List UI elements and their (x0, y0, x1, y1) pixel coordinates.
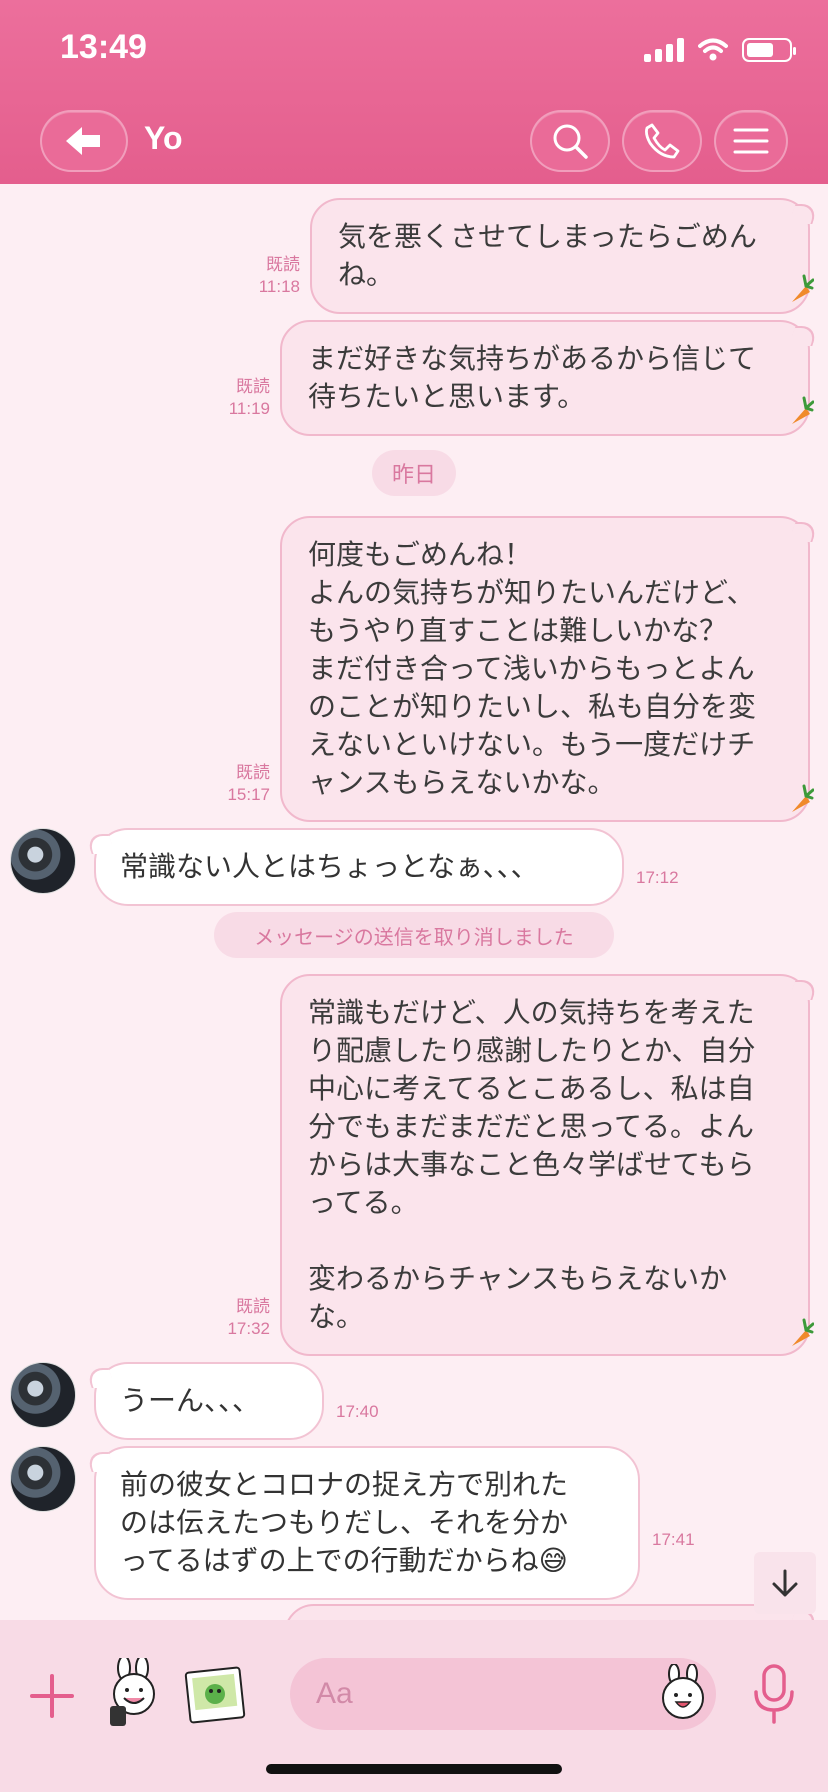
carrot-icon (792, 784, 814, 812)
message-time: 17:41 (652, 1530, 695, 1549)
avatar[interactable] (10, 1362, 76, 1428)
message-time: 15:17 (227, 785, 270, 804)
carrot-icon (792, 274, 814, 302)
received-message[interactable]: 常識ない人とはちょっとなぁ、、、 (94, 828, 624, 906)
carrot-icon (792, 396, 814, 424)
plus-icon[interactable] (28, 1672, 76, 1720)
emoji-icon[interactable] (654, 1664, 712, 1722)
home-indicator (266, 1764, 562, 1774)
unsent-notice: メッセージの送信を取り消しました (214, 912, 614, 958)
read-label: 既読 (236, 763, 270, 782)
sent-message-partial[interactable] (284, 1604, 810, 1620)
scroll-to-bottom-button[interactable] (754, 1552, 816, 1614)
sent-message[interactable]: 常識もだけど、人の気持ちを考えた り配慮したり感謝したりとか、自分 中心に考えて… (280, 974, 810, 1356)
message-meta: 既読 17:32 (220, 1296, 270, 1340)
avatar[interactable] (10, 1446, 76, 1512)
status-icons (644, 34, 796, 66)
message-list[interactable]: 既読 11:18 気を悪くさせてしまったらごめん ね。 既読 11:19 まだ好… (0, 184, 828, 1620)
carrot-icon (792, 1318, 814, 1346)
read-label: 既読 (236, 1297, 270, 1316)
message-time: 11:18 (258, 277, 300, 296)
message-meta: 既読 15:17 (220, 762, 270, 806)
received-message[interactable]: 前の彼女とコロナの捉え方で別れた のは伝えたつもりだし、それを分か ってるはずの… (94, 1446, 640, 1600)
sticker-icon[interactable] (100, 1658, 170, 1728)
message-time: 11:19 (228, 399, 270, 418)
phone-icon (645, 123, 680, 159)
signal-icon (644, 38, 684, 62)
read-label: 既読 (236, 377, 270, 396)
avatar[interactable] (10, 828, 76, 894)
microphone-icon[interactable] (752, 1664, 796, 1724)
wifi-icon (698, 38, 728, 61)
status-time: 13:49 (60, 28, 147, 66)
message-input[interactable] (290, 1658, 716, 1730)
message-meta: 既読 11:19 (220, 376, 270, 420)
arrow-down-icon (772, 1569, 798, 1597)
back-arrow-icon (66, 127, 100, 155)
sent-message[interactable]: まだ好きな気持ちがあるから信じて 待ちたいと思います。 (280, 320, 810, 436)
message-time: 17:12 (636, 868, 679, 887)
read-label: 既読 (266, 255, 300, 274)
search-icon (553, 124, 588, 159)
battery-icon (742, 38, 796, 62)
photo-icon[interactable] (184, 1664, 246, 1726)
chat-title: Yo (144, 120, 183, 156)
sent-message[interactable]: 何度もごめんね！ よんの気持ちが知りたいんだけど、 もうやり直すことは難しいかな… (280, 516, 810, 822)
received-message[interactable]: うーん、、、 (94, 1362, 324, 1440)
menu-button[interactable] (714, 110, 788, 172)
menu-icon (733, 128, 769, 154)
call-button[interactable] (622, 110, 702, 172)
message-time: 17:40 (336, 1402, 379, 1421)
date-separator: 昨日 (372, 450, 456, 496)
message-time: 17:32 (227, 1319, 270, 1338)
message-meta: 既読 11:18 (250, 254, 300, 298)
sent-message[interactable]: 気を悪くさせてしまったらごめん ね。 (310, 198, 810, 314)
search-button[interactable] (530, 110, 610, 172)
back-button[interactable] (40, 110, 128, 172)
chat-header: 13:49 Yo (0, 0, 828, 184)
